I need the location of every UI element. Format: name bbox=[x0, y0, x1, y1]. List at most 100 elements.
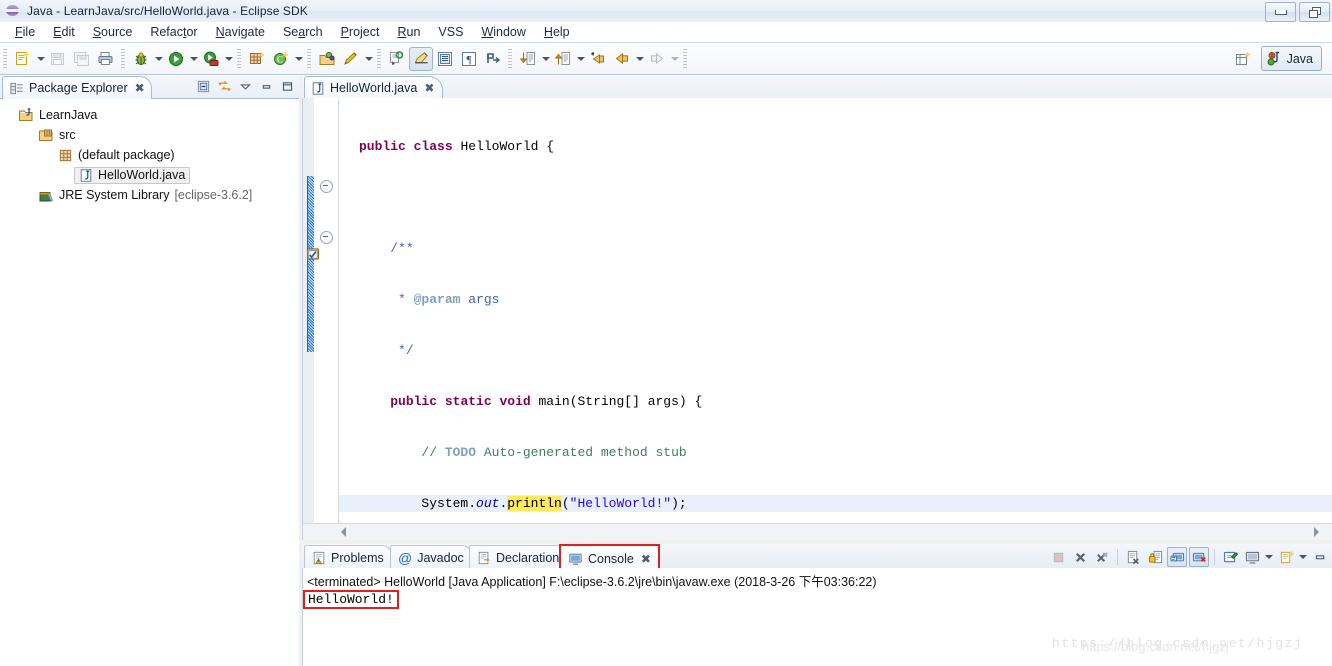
maximize-view-icon bbox=[282, 82, 293, 91]
toggle-block-selection-button[interactable]: ¶ bbox=[457, 47, 481, 71]
new-wizard-dropdown[interactable] bbox=[35, 48, 46, 70]
console-launch-header: <terminated> HelloWorld [Java Applicatio… bbox=[307, 575, 877, 589]
previous-annotation-dropdown[interactable] bbox=[575, 48, 586, 70]
tree-item-default-package[interactable]: (default package) bbox=[0, 145, 299, 165]
show-console-on-output-button[interactable] bbox=[1167, 547, 1187, 567]
menu-source[interactable]: Source bbox=[84, 23, 142, 41]
collapse-all-button[interactable] bbox=[195, 78, 212, 95]
menu-edit[interactable]: Edit bbox=[44, 23, 84, 41]
menu-window[interactable]: Window bbox=[472, 23, 534, 41]
open-perspective-icon[interactable] bbox=[1231, 47, 1255, 71]
forward-button[interactable] bbox=[645, 47, 669, 71]
back-dropdown[interactable] bbox=[634, 48, 645, 70]
debug-button[interactable] bbox=[129, 47, 153, 71]
new-java-class-dropdown[interactable] bbox=[293, 48, 304, 70]
back-history-button[interactable] bbox=[586, 47, 610, 71]
tree-item-jre-system-library[interactable]: JRE System Library [eclipse-3.6.2] bbox=[0, 185, 299, 205]
tab-package-explorer[interactable]: Package Explorer ✖ bbox=[2, 76, 152, 99]
new-wizard-button[interactable] bbox=[11, 47, 35, 71]
show-whitespace-button[interactable] bbox=[433, 47, 457, 71]
editor-area: HelloWorld.java ✖ public class HelloWorl… bbox=[302, 76, 1332, 540]
minimize-view-button[interactable] bbox=[258, 78, 275, 95]
menu-run[interactable]: Run bbox=[388, 23, 429, 41]
collapse-javadoc-marker[interactable] bbox=[320, 180, 333, 193]
toolbar-grip-7[interactable] bbox=[683, 48, 687, 69]
console-tabrow: Problems @ Javadoc Declaration Console ✖ bbox=[302, 544, 1332, 573]
open-console-button[interactable] bbox=[1276, 547, 1296, 567]
search-button[interactable] bbox=[339, 47, 363, 71]
search-dropdown[interactable] bbox=[363, 48, 374, 70]
external-tools-button[interactable] bbox=[199, 47, 223, 71]
editor-body[interactable]: public class HelloWorld { /** * @param a… bbox=[302, 98, 1332, 540]
tree-item-learnjava[interactable]: LearnJava bbox=[0, 105, 299, 125]
tree-label: LearnJava bbox=[39, 108, 98, 122]
new-java-class-button[interactable]: C bbox=[269, 47, 293, 71]
package-explorer-view: Package Explorer ✖ LearnJava src (defaul… bbox=[0, 76, 299, 666]
run-button[interactable] bbox=[164, 47, 188, 71]
open-console-dropdown[interactable] bbox=[1298, 548, 1308, 566]
open-type-button[interactable] bbox=[315, 47, 339, 71]
toolbar-grip-6[interactable] bbox=[508, 48, 512, 69]
tree-item-helloworld-java[interactable]: HelloWorld.java bbox=[0, 165, 299, 185]
print-button[interactable] bbox=[94, 47, 118, 71]
skip-all-breakpoints-button[interactable] bbox=[481, 47, 505, 71]
display-console-dropdown[interactable] bbox=[1264, 548, 1274, 566]
perspective-java-button[interactable]: Java bbox=[1260, 46, 1322, 71]
link-with-editor-button[interactable] bbox=[216, 78, 233, 95]
code-text[interactable]: public class HelloWorld { /** * @param a… bbox=[339, 98, 1332, 524]
menu-vss[interactable]: VSS bbox=[429, 23, 472, 41]
toolbar-grip-5[interactable] bbox=[377, 48, 381, 69]
save-button[interactable] bbox=[46, 47, 70, 71]
view-menu-button[interactable] bbox=[237, 78, 254, 95]
next-annotation-dropdown[interactable] bbox=[540, 48, 551, 70]
remove-all-terminated-button[interactable] bbox=[1092, 547, 1112, 567]
display-selected-console-button[interactable] bbox=[1242, 547, 1262, 567]
save-all-button[interactable] bbox=[70, 47, 94, 71]
next-annotation-button[interactable] bbox=[516, 47, 540, 71]
menu-navigate[interactable]: Navigate bbox=[207, 23, 274, 41]
maximize-view-button[interactable] bbox=[279, 78, 296, 95]
tab-declaration[interactable]: Declaration bbox=[469, 545, 568, 569]
clear-console-button[interactable] bbox=[1123, 547, 1143, 567]
debug-dropdown[interactable] bbox=[153, 48, 164, 70]
show-console-on-error-button[interactable] bbox=[1189, 547, 1209, 567]
tab-helloworld-java[interactable]: HelloWorld.java ✖ bbox=[304, 76, 444, 99]
menu-refactor[interactable]: Refactor bbox=[141, 23, 206, 41]
restore-button[interactable] bbox=[1299, 2, 1330, 22]
pin-console-button[interactable] bbox=[1220, 547, 1240, 567]
toolbar-grip-4[interactable] bbox=[307, 48, 311, 69]
menu-help[interactable]: Help bbox=[535, 23, 579, 41]
remove-launch-button[interactable] bbox=[1070, 547, 1090, 567]
scroll-lock-button[interactable] bbox=[1145, 547, 1165, 567]
code-line: /** bbox=[390, 241, 414, 256]
toolbar-grip-3[interactable] bbox=[237, 48, 241, 69]
tab-javadoc[interactable]: @ Javadoc bbox=[390, 545, 472, 569]
new-java-package-button[interactable] bbox=[245, 47, 269, 71]
menu-project[interactable]: Project bbox=[332, 23, 389, 41]
minimize-button[interactable] bbox=[1265, 2, 1296, 22]
minimize-console-button[interactable] bbox=[1310, 547, 1330, 567]
toolbar-grip[interactable] bbox=[3, 48, 7, 69]
last-edit-location-button[interactable] bbox=[385, 47, 409, 71]
forward-dropdown[interactable] bbox=[669, 48, 680, 70]
toolbar-grip-2[interactable] bbox=[121, 48, 125, 69]
eclipse-globe-icon bbox=[5, 3, 21, 19]
editor-horizontal-scrollbar[interactable] bbox=[303, 523, 1332, 540]
tree-item-src[interactable]: src bbox=[0, 125, 299, 145]
back-button[interactable] bbox=[610, 47, 634, 71]
tab-problems[interactable]: Problems bbox=[304, 545, 392, 569]
close-icon[interactable]: ✖ bbox=[135, 81, 145, 95]
menu-search[interactable]: Search bbox=[274, 23, 332, 41]
collapse-method-marker[interactable] bbox=[320, 231, 333, 244]
terminate-button[interactable] bbox=[1048, 547, 1068, 567]
close-icon[interactable]: ✖ bbox=[641, 552, 651, 566]
menu-file[interactable]: File bbox=[6, 23, 44, 41]
toggle-mark-occurrences-button[interactable] bbox=[409, 46, 433, 71]
editor-folding-ruler[interactable] bbox=[306, 98, 338, 524]
scroll-left-arrow[interactable] bbox=[341, 527, 346, 537]
external-tools-dropdown[interactable] bbox=[223, 48, 234, 70]
scroll-right-arrow[interactable] bbox=[1314, 527, 1319, 537]
run-dropdown[interactable] bbox=[188, 48, 199, 70]
previous-annotation-button[interactable] bbox=[551, 47, 575, 71]
close-icon[interactable]: ✖ bbox=[424, 81, 434, 95]
